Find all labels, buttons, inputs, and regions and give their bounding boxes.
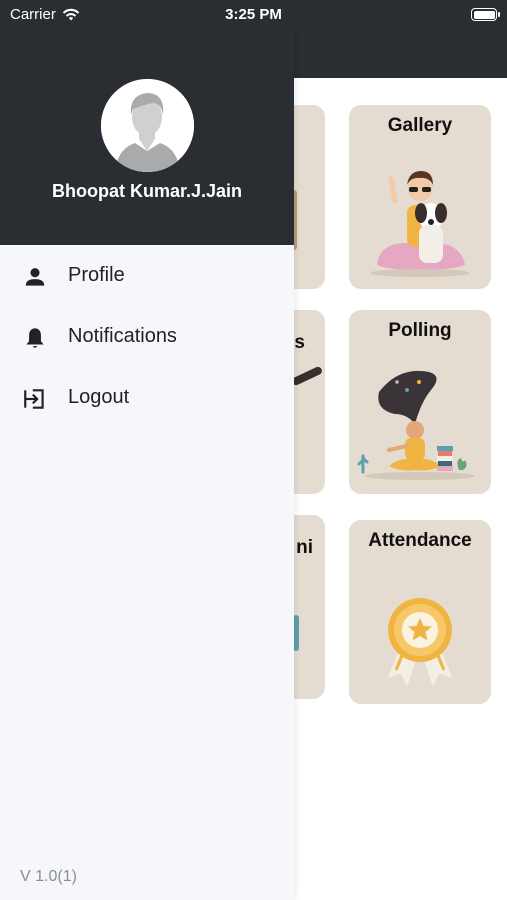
polling-card[interactable]: Polling xyxy=(349,310,491,494)
status-bar: Carrier 3:25 PM xyxy=(0,0,507,30)
card-left-2-title: s xyxy=(294,332,305,353)
menu-item-notifications-label: Notifications xyxy=(68,325,177,347)
card-left-3-title: ni xyxy=(296,537,313,558)
attendance-award-icon xyxy=(386,598,454,690)
user-placeholder-icon xyxy=(101,79,194,172)
attendance-card[interactable]: Attendance xyxy=(349,520,491,704)
menu-item-logout[interactable]: Logout xyxy=(0,373,294,423)
logout-icon xyxy=(24,389,44,409)
menu-item-profile-label: Profile xyxy=(68,264,125,286)
side-drawer: Bhoopat Kumar.J.Jain Profile Notificatio… xyxy=(0,0,294,900)
drawer-header: Bhoopat Kumar.J.Jain xyxy=(0,0,294,245)
person-icon xyxy=(25,268,45,286)
menu-item-profile[interactable]: Profile xyxy=(0,251,294,301)
avatar[interactable] xyxy=(101,79,194,172)
gallery-illustration xyxy=(370,171,470,277)
battery-icon xyxy=(471,8,500,21)
app-version: V 1.0(1) xyxy=(20,868,77,885)
polling-illustration xyxy=(357,370,475,480)
user-name: Bhoopat Kumar.J.Jain xyxy=(51,181,243,201)
gallery-card[interactable]: Gallery xyxy=(349,105,491,289)
menu-item-logout-label: Logout xyxy=(68,386,130,408)
bell-icon xyxy=(26,328,44,348)
clock: 3:25 PM xyxy=(225,6,282,23)
menu-item-notifications[interactable]: Notifications xyxy=(0,312,294,362)
